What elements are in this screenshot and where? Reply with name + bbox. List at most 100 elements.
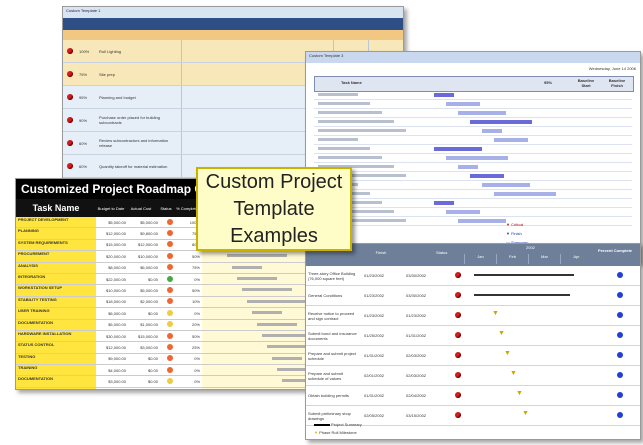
row-finish: 01/23/2002 [406,313,427,318]
row-start: 02/05/2002 [364,413,385,418]
row-task: Review subcontractors and information re… [99,138,169,148]
template-3-row [314,100,632,109]
template-4-row: Submit bond and insurance documents 01/25… [306,326,640,346]
row-budget: $12,000.00 [105,231,126,237]
row-budget: $5,000.00 [108,322,126,328]
template-4-preview[interactable]: Finish Status 2002 Jan Feb Mar Apr Percent … [305,243,641,440]
row-task: PROCUREMENT [16,251,96,262]
row-cost: $0.00 [147,276,158,282]
row-task: Submit bond and insurance documents [308,330,357,341]
row-pct: 60% [79,163,88,169]
row-task: Three-story Office Building (76,000 squa… [308,270,356,281]
row-pct: 50% [191,288,200,294]
row-task: Prepare and submit project schedule [308,350,357,361]
status-dot-icon [167,252,173,259]
template-3-date: Wednesday, June 14 2006 [588,66,636,71]
row-budget: $18,000.00 [105,299,126,305]
row-cost: $6,000.00 [140,265,158,271]
template-2-row: ANALYSIS $8,000.00 $6,000.00 75% [16,262,316,274]
row-budget: $8,000.00 [108,265,126,271]
month-label: Jan [464,254,496,264]
template-4-row: Three-story Office Building (76,000 squa… [306,266,640,286]
row-finish: 02/03/2002 [406,373,427,378]
row-pct: 60% [79,140,88,146]
template-3-row [314,181,632,190]
row-cost: $5,000.00 [140,219,158,225]
row-start: 01/31/2002 [364,393,385,398]
template-3-row [314,91,632,100]
status-dot-icon [67,117,73,123]
template-3-legend: ▼ Critical ▼ Finish ▬ Summary [506,222,566,245]
status-dot-icon [455,352,461,358]
legend-project-summary: Project Summary [331,422,362,427]
row-task: Obtain building permits [308,393,349,398]
row-task: TESTING [16,353,96,365]
status-dot-icon [455,332,461,338]
status-dot-icon [167,218,173,225]
row-pct: 90% [79,117,88,123]
row-pct: 75% [191,265,200,271]
status-dot-icon [167,264,173,271]
status-dot-icon [167,321,173,328]
row-task: Purchase order placed for building subco… [99,115,160,125]
row-budget: $10,000.00 [105,288,126,294]
row-pct: 0% [194,379,200,385]
row-start: 01/23/2002 [364,313,385,318]
row-budget: $30,000.00 [105,333,126,339]
row-cost: $0.00 [147,356,158,362]
template-3-row [314,217,632,226]
row-task: DOCUMENTATION [16,376,96,387]
template-3-finish-header: Baseline Finish [608,78,626,88]
month-label: Apr [560,254,592,264]
status-dot-icon [67,71,73,77]
complete-dot-icon [617,352,623,358]
row-budget: $6,000.00 [108,310,126,316]
row-cost: $0.00 [147,310,158,316]
template-2-row: INTEGRATION $22,000.00 $0.00 0% [16,273,316,286]
legend-phase-roll: Phase Roll Milestone [319,430,357,435]
legend-critical: Critical [511,222,524,227]
row-cost: $15,000.00 [137,333,158,339]
row-finish: 02/03/2002 [406,353,427,358]
complete-dot-icon [617,312,623,318]
template-4-row: Prepare and submit schedule of values 02/… [306,366,640,386]
complete-dot-icon [617,272,623,278]
caption-line-1: Custom Project [205,170,343,193]
row-pct: 0% [194,367,200,373]
status-dot-icon [167,275,173,282]
row-task: Quantity takeoff for material estimation [99,163,168,169]
template-3-row [314,154,632,163]
status-dot-icon [167,309,173,316]
row-task: Site prep [99,71,116,77]
status-dot-icon [167,287,173,294]
template-3-preview[interactable]: Custom Template 3 Wednesday, June 14 200… [305,51,641,263]
row-start: 01/23/2002 [364,273,385,278]
caption-box: Custom Project Template Examples [196,167,352,251]
row-cost: $5,000.00 [140,288,158,294]
template-3-start-header: Baseline Start [577,78,595,88]
complete-dot-icon [617,392,623,398]
row-finish: 01/31/2002 [406,333,427,338]
status-dot-icon [455,312,461,318]
status-dot-icon [167,355,173,362]
row-cost: $3,000.00 [140,344,158,350]
row-finish: 02/04/2002 [406,393,427,398]
status-dot-icon [455,372,461,378]
row-budget: $5,000.00 [108,219,126,225]
complete-dot-icon [617,412,623,418]
template-2-row: PROCUREMENT $20,000.00 $10,000.00 50% [16,251,316,263]
month-label: Feb [496,254,528,264]
legend-finish: Finish [511,231,522,236]
status-dot-icon [67,48,73,54]
template-1-title: Custom Template 1 [63,7,403,18]
row-cost: $0.00 [147,379,158,385]
row-budget: $15,000.00 [105,242,126,248]
row-pct: 100% [79,48,90,54]
template-2-budget-header: Budget to Date [97,205,125,211]
row-task: General Conditions [308,293,343,298]
row-task: Submit preliminary shop drawings [308,410,351,421]
row-start: 01/25/2002 [364,333,385,338]
row-pct: 95% [79,94,88,100]
template-3-row [314,118,632,127]
template-3-row [314,109,632,118]
